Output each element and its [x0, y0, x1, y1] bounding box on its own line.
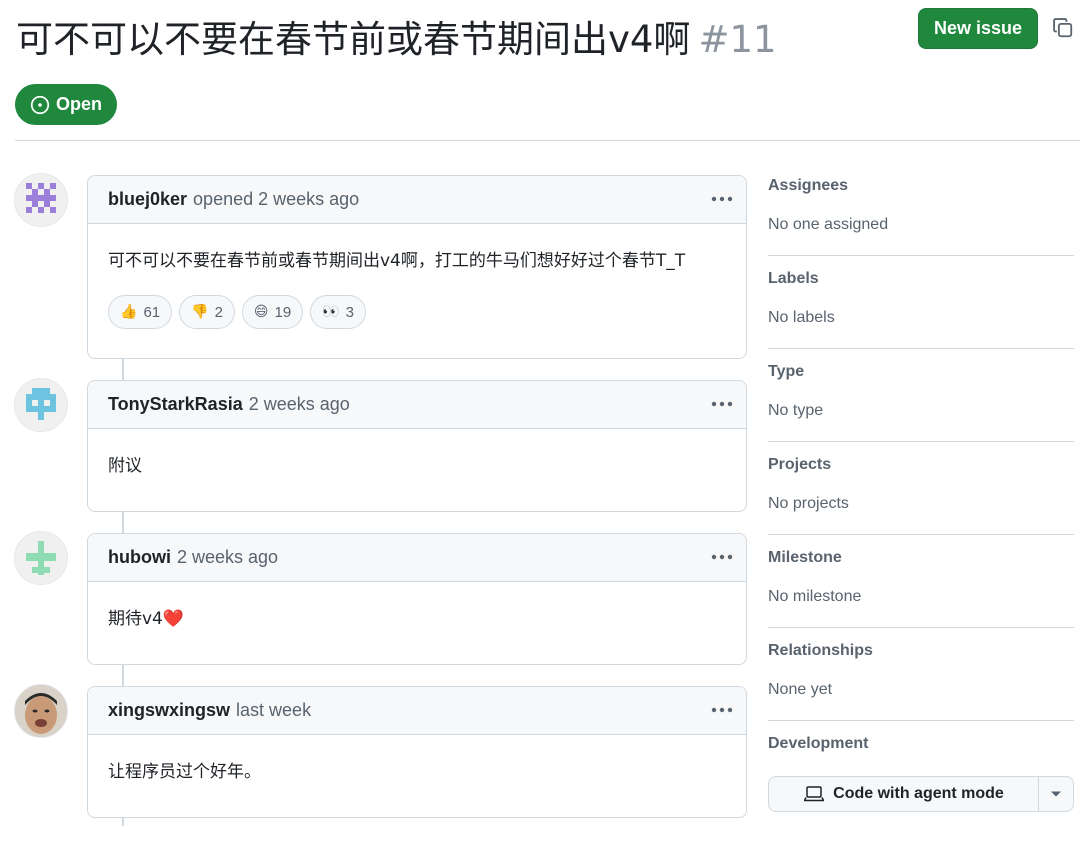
sidebar-label: Milestone	[768, 549, 842, 566]
new-issue-button[interactable]: New issue	[918, 8, 1038, 49]
reaction-count: 61	[143, 303, 161, 321]
timeline-connector	[122, 818, 124, 826]
agent-button-label: Code with agent mode	[833, 785, 1004, 802]
sidebar-value: No labels	[768, 309, 835, 326]
comment-author[interactable]: bluej0ker	[108, 189, 187, 210]
sidebar-value: None yet	[768, 681, 833, 698]
sidebar-label: Projects	[768, 456, 832, 473]
avatar-tonystarkrasia[interactable]	[14, 378, 68, 432]
comment-body: 附议	[88, 429, 746, 476]
avatar-bluej0ker[interactable]	[14, 173, 68, 227]
comment-timestamp[interactable]: last week	[236, 700, 311, 721]
comment-card: TonyStarkRasia 2 weeks ago 附议	[87, 380, 747, 512]
issue-state-label: Open	[55, 94, 102, 114]
sidebar-value: No one assigned	[768, 216, 889, 233]
copy-link-icon[interactable]	[1049, 14, 1077, 42]
comment-body: 可不可以不要在春节前或春节期间出v4啊，打工的牛马们想好好过个春节T_T 👍 6…	[88, 224, 746, 329]
reaction-count: 2	[214, 303, 223, 321]
sidebar-label: Assignees	[768, 177, 849, 194]
issue-header: 可不可以不要在春节前或春节期间出v4啊 #11 New issue Open	[0, 0, 1080, 141]
eyes-icon: 👀	[322, 304, 340, 320]
comment-header: hubowi 2 weeks ago	[88, 534, 746, 582]
sidebar-projects[interactable]: Projects No projects	[768, 442, 1074, 535]
reaction-count: 19	[274, 303, 292, 321]
issue-sidebar: Assignees No one assigned Labels No labe…	[768, 163, 1074, 841]
sidebar-label: Relationships	[768, 642, 873, 659]
avatar-xingswxingsw[interactable]	[14, 684, 68, 738]
agent-button-main[interactable]: Code with agent mode	[769, 777, 1038, 811]
comment-text: 期待v4❤️	[108, 609, 185, 629]
comment-text: 附议	[108, 456, 142, 476]
sidebar-type[interactable]: Type No type	[768, 349, 1074, 442]
header-divider	[15, 140, 1080, 141]
laugh-icon: 😄	[253, 304, 269, 320]
comment-body: 期待v4❤️	[88, 582, 746, 629]
comment-body: 让程序员过个好年。	[88, 735, 746, 782]
avatar-hubowi[interactable]	[14, 531, 68, 585]
timeline-connector	[122, 359, 124, 380]
more-options-icon[interactable]	[710, 700, 734, 720]
comment-card: xingswxingsw last week 让程序员过个好年。	[87, 686, 747, 818]
comment-header: bluej0ker opened 2 weeks ago	[88, 176, 746, 224]
comment-card: hubowi 2 weeks ago 期待v4❤️	[87, 533, 747, 665]
comment-header: xingswxingsw last week	[88, 687, 746, 735]
sidebar-assignees[interactable]: Assignees No one assigned	[768, 163, 1074, 256]
sidebar-label: Labels	[768, 270, 819, 287]
more-options-icon[interactable]	[710, 547, 734, 567]
timeline-connector	[122, 665, 124, 686]
issue-number: #11	[698, 18, 777, 61]
sidebar-value: No milestone	[768, 588, 862, 605]
reaction-laugh[interactable]: 😄 19	[241, 295, 304, 329]
code-with-agent-button[interactable]: Code with agent mode	[768, 776, 1074, 812]
more-options-icon[interactable]	[710, 394, 734, 414]
comment-author[interactable]: hubowi	[108, 547, 171, 568]
more-options-icon[interactable]	[710, 189, 734, 209]
comment-timestamp[interactable]: 2 weeks ago	[177, 547, 278, 568]
thumbs-down-icon: 👎	[191, 304, 209, 320]
timeline-connector	[122, 512, 124, 533]
sidebar-milestone[interactable]: Milestone No milestone	[768, 535, 1074, 628]
reaction-thumbs-down[interactable]: 👎 2	[179, 295, 235, 329]
sidebar-relationships[interactable]: Relationships None yet	[768, 628, 1074, 721]
sidebar-labels[interactable]: Labels No labels	[768, 256, 1074, 349]
reaction-eyes[interactable]: 👀 3	[310, 295, 366, 329]
comment-timestamp[interactable]: 2 weeks ago	[249, 394, 350, 415]
reaction-count: 3	[345, 303, 354, 321]
sidebar-label: Development	[768, 735, 869, 752]
reaction-thumbs-up[interactable]: 👍 61	[108, 295, 173, 329]
issue-title: 可不可以不要在春节前或春节期间出v4啊 #11	[16, 14, 777, 66]
comment-text: 可不可以不要在春节前或春节期间出v4啊，打工的牛马们想好好过个春节T_T	[108, 251, 686, 271]
sidebar-value: No projects	[768, 495, 849, 512]
comment-card: bluej0ker opened 2 weeks ago 可不可以不要在春节前或…	[87, 175, 747, 359]
comment-text: 让程序员过个好年。	[108, 762, 261, 782]
comment-author[interactable]: TonyStarkRasia	[108, 394, 243, 415]
sidebar-label: Type	[768, 363, 805, 380]
reactions-bar: 👍 61 👎 2 😄 19 👀 3	[108, 295, 726, 329]
sidebar-value: No type	[768, 402, 824, 419]
laptop-icon	[803, 786, 825, 802]
sidebar-development: Development Code with agent mode	[768, 721, 1074, 841]
comment-author[interactable]: xingswxingsw	[108, 700, 230, 721]
issue-title-text: 可不可以不要在春节前或春节期间出v4啊	[16, 18, 691, 61]
comment-timestamp[interactable]: opened 2 weeks ago	[193, 189, 359, 210]
thumbs-up-icon: 👍	[120, 304, 138, 320]
issue-open-icon	[30, 95, 50, 114]
issue-state-badge: Open	[15, 84, 117, 125]
chevron-down-icon[interactable]	[1038, 777, 1073, 811]
comment-header: TonyStarkRasia 2 weeks ago	[88, 381, 746, 429]
